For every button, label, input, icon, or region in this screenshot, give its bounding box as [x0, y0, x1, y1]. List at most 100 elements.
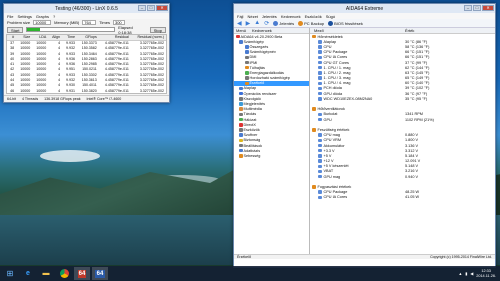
memory-label: Memory (MiB) [54, 20, 80, 25]
table-cell: 10000 [20, 88, 31, 93]
refresh-icon[interactable]: ⟳ [264, 20, 269, 27]
sensor-icon [318, 174, 322, 179]
results-table: # Size LDA Align Time GFlops Residual Residual … [6, 34, 167, 95]
stop-button[interactable]: Stop [149, 26, 166, 33]
sensor-value: 58 °C (136 °F) [405, 44, 430, 49]
back-icon[interactable]: ◀ [237, 20, 242, 27]
aida-icon: 64 [94, 269, 106, 278]
tree-item-label: Megjelenítés [243, 102, 266, 107]
internet-explorer-icon: e [26, 270, 30, 277]
column-field[interactable]: Mező [310, 28, 405, 33]
sensor-value: 37 °C (99 °F) [405, 60, 428, 65]
menu-item[interactable]: Kedvencek [281, 14, 301, 19]
taskbar-explorer[interactable]: ▬ [38, 267, 54, 280]
minimize-button[interactable]: – [138, 5, 146, 11]
menu-item[interactable]: Jelentés [262, 14, 277, 19]
sensor-value: 0.940 V [405, 174, 419, 179]
sensor-row[interactable]: CPU IA Cores 41.05 W [310, 195, 495, 200]
close-button[interactable]: ✕ [156, 5, 168, 11]
sensor-icon [318, 55, 322, 60]
sensor-label: Feszültség értékek [317, 127, 350, 132]
status-section: Érzékelő [237, 255, 251, 259]
forward-icon[interactable]: ▶ [246, 20, 251, 27]
maximize-button[interactable]: □ [147, 5, 155, 11]
start-button[interactable]: Start [7, 26, 24, 33]
menu-item[interactable]: Súgó [326, 14, 335, 19]
chrome-icon [59, 269, 69, 278]
sensor-value: 39 °C (102 °F) [405, 86, 430, 91]
sensor-icon [318, 169, 322, 174]
sensor-icon [318, 117, 322, 122]
tree-item-label: AIDA64 v4.20.2900 Beta [240, 34, 283, 39]
tree-node-icon [239, 154, 243, 158]
bios-update-button[interactable]: BIOS frissítések [328, 20, 363, 26]
taskbar-aida[interactable]: 64 [92, 267, 108, 280]
column-value[interactable]: Érték [405, 28, 414, 33]
status-cpu: Intel® Core™ i7-4600 [86, 97, 122, 102]
clock[interactable]: 12:33 2014.11.26. [476, 269, 496, 279]
volume-icon[interactable]: ◀ [470, 271, 473, 276]
sensor-icon [318, 154, 322, 158]
minimize-button[interactable]: – [464, 5, 472, 11]
problem-size-input[interactable]: 10000 [33, 20, 52, 25]
table-cell: 4 [58, 88, 61, 93]
start-button[interactable]: ⊞ [2, 267, 18, 280]
maximize-button[interactable]: □ [473, 5, 481, 11]
sensor-icon [318, 76, 322, 80]
menu-settings[interactable]: Settings [17, 14, 31, 19]
taskbar-linx[interactable]: 64 [74, 267, 90, 280]
taskbar-ie[interactable]: e [20, 267, 36, 280]
linx-titlebar[interactable]: Testing (46/300) - LinX 0.6.5 – □ ✕ [4, 4, 169, 13]
status-peak: 136.3918 GFlops peak [44, 97, 81, 102]
table-cell: 3.327765e-002 [139, 88, 164, 93]
table-row[interactable]: 46 10000 10000 4 9.931 150.3820 4.458779e-011 3… [7, 88, 166, 93]
control-row: Start Elapsed 0:18:38 Stop [4, 25, 169, 35]
sensor-icon [318, 195, 322, 200]
sensor-label: 1. CPU / 1. mag [323, 65, 351, 70]
problem-size-label: Problem size [7, 20, 31, 25]
close-button[interactable]: ✕ [482, 5, 494, 11]
sensor-label: +5 V készenlét [323, 164, 349, 169]
tree-node-icon [239, 86, 243, 91]
table-cell: 4.458779e-011 [104, 88, 129, 93]
sensor-value: 0.880 V [405, 133, 419, 138]
menu-item[interactable]: Eszközök [305, 14, 322, 19]
sensor-icon [318, 164, 322, 169]
tree-node-icon [239, 148, 243, 153]
sensor-icon [318, 91, 322, 96]
menu-help[interactable]: ? [53, 14, 55, 19]
sensor-value: 1.800 V [405, 138, 419, 143]
sensor-value: 30 °C (86 °F) [405, 39, 428, 44]
up-icon[interactable]: ▲ [254, 20, 260, 26]
tree-node-icon [239, 97, 243, 101]
sensor-label: PCH dióda [323, 86, 342, 91]
tab-menu[interactable]: Menü [236, 28, 246, 33]
sensor-label: CPU GT Cores [323, 60, 349, 65]
tree-item[interactable]: Sebesség [234, 153, 309, 158]
tree-item-label: Hálózat [243, 117, 257, 122]
tree-item-label: Alaplap [243, 86, 257, 91]
network-icon[interactable]: ▮ [465, 271, 467, 276]
menu-item[interactable]: Nézet [247, 14, 257, 19]
sensor-label: CPU [323, 44, 332, 49]
sensor-label: Hőmérsékletek [317, 34, 343, 39]
aida-titlebar[interactable]: AIDA64 Extreme – □ ✕ [234, 4, 495, 13]
window-title: AIDA64 Extreme [345, 5, 384, 12]
table-cell: 150.3820 [81, 88, 97, 93]
tab-favorites[interactable]: Kedvencek [252, 28, 272, 33]
sensor-label: CPU IA Cores [323, 55, 348, 60]
menu-graphs[interactable]: Graphs [36, 14, 49, 19]
sensor-label: CPU Package [323, 190, 348, 195]
taskbar-chrome[interactable] [56, 267, 72, 280]
menu-file[interactable]: File [7, 14, 13, 19]
taskbar: ⊞ e ▬ 64 64 ▲ ▮ ◀ 12:33 2014.11.26. [0, 266, 500, 281]
tree-item-label: Érzékelő [249, 81, 265, 86]
progress-fill [27, 28, 41, 31]
table-cell: 10000 [36, 88, 47, 93]
clock-date: 2014.11.26. [476, 273, 496, 278]
report-button[interactable]: Jelentés [273, 20, 294, 26]
memory-input[interactable]: 764 [82, 20, 97, 25]
menu-item[interactable]: Fájl [237, 14, 243, 19]
tray-arrow-icon[interactable]: ▲ [458, 272, 462, 276]
pc-backup-button[interactable]: PC Backup [298, 20, 324, 26]
